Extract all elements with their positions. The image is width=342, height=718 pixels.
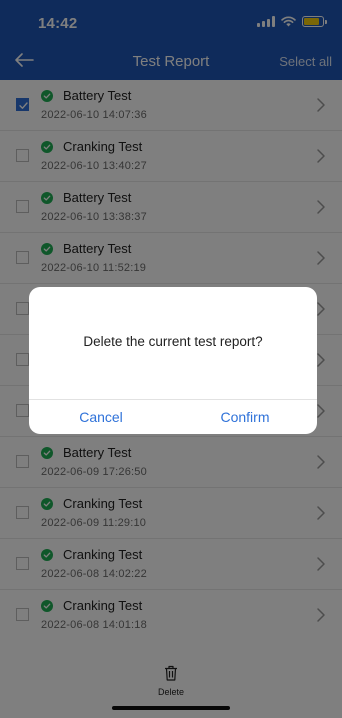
delete-confirm-dialog: Delete the current test report? Cancel C… [29, 287, 317, 434]
dialog-message: Delete the current test report? [83, 334, 263, 349]
confirm-button[interactable]: Confirm [173, 400, 317, 434]
cancel-button[interactable]: Cancel [29, 400, 173, 434]
